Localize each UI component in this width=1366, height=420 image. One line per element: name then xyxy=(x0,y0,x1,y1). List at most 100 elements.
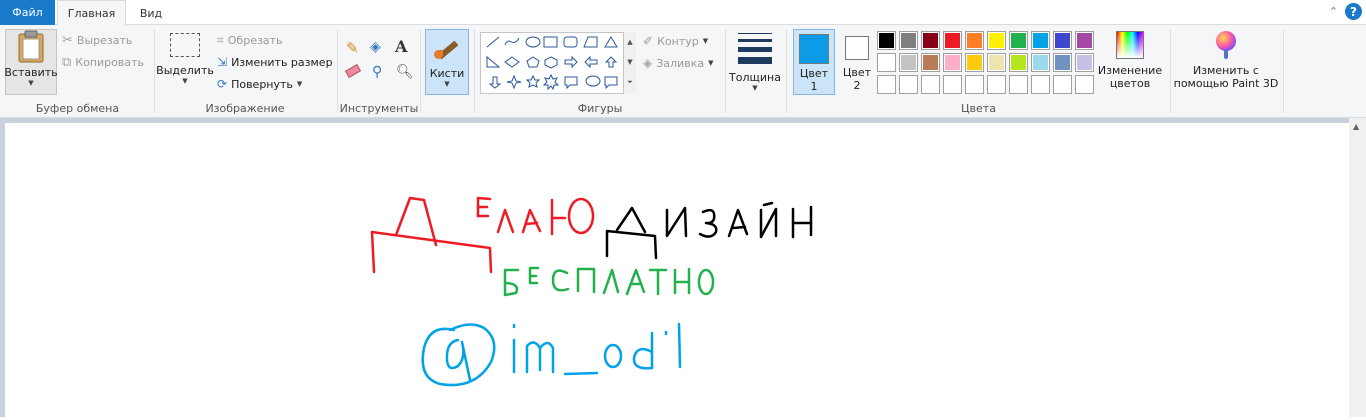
color-picker-tool[interactable]: ⚲ xyxy=(372,64,382,80)
resize-button[interactable]: ⇲ Изменить размер xyxy=(217,55,333,69)
magnifier-icon: 🔍︎ xyxy=(396,64,414,80)
resize-label: Изменить размер xyxy=(231,55,333,69)
color2-button[interactable]: Цвет 2 xyxy=(837,29,877,95)
color-swatch[interactable] xyxy=(1031,31,1050,50)
select-button[interactable]: Выделить ▼ xyxy=(156,33,214,85)
chevron-down-icon: ▼ xyxy=(28,79,34,87)
edit-colors-button[interactable]: Изменение цветов xyxy=(1097,31,1163,90)
color-swatch[interactable] xyxy=(965,75,984,94)
fill-tool[interactable]: ◈ xyxy=(370,39,381,55)
pencil-tool[interactable]: ✎ xyxy=(346,39,359,57)
color-swatch[interactable] xyxy=(899,53,918,72)
green-handwriting xyxy=(503,266,715,297)
cut-button[interactable]: ✂ Вырезать xyxy=(62,33,132,48)
color1-button[interactable]: Цвет 1 xyxy=(793,29,835,95)
ribbon-tabs: Файл Главная Вид ⌃ ? xyxy=(0,0,1366,26)
scroll-up-icon[interactable]: ▲ xyxy=(1353,122,1359,131)
black-handwriting xyxy=(605,201,813,260)
color-swatch[interactable] xyxy=(1031,75,1050,94)
collapse-ribbon-icon[interactable]: ⌃ xyxy=(1329,5,1338,18)
brushes-button[interactable]: Кисти ▼ xyxy=(425,29,469,95)
tab-file[interactable]: Файл xyxy=(0,0,55,25)
color-swatch[interactable] xyxy=(899,31,918,50)
crop-icon: ⌗ xyxy=(217,33,224,47)
size-group: Толщина ▼ xyxy=(726,25,784,118)
brushes-label: Кисти xyxy=(429,67,465,80)
chevron-down-icon: ▼ xyxy=(182,77,188,85)
color-swatch[interactable] xyxy=(943,75,962,94)
fill-button[interactable]: ◈ Заливка ▼ xyxy=(643,56,713,70)
color-swatch[interactable] xyxy=(877,31,896,50)
chevron-down-icon: ▼ xyxy=(296,80,303,88)
color-swatch[interactable] xyxy=(943,53,962,72)
color-swatch[interactable] xyxy=(965,31,984,50)
color-swatch[interactable] xyxy=(943,31,962,50)
color-swatch[interactable] xyxy=(877,53,896,72)
shapes-gallery-icons xyxy=(486,36,618,91)
rotate-label: Повернуть xyxy=(231,77,293,91)
blue-handwriting xyxy=(421,322,682,387)
color-swatch[interactable] xyxy=(1075,75,1094,94)
color-swatch[interactable] xyxy=(987,31,1006,50)
shapes-group-label: Фигуры xyxy=(577,102,623,115)
text-tool[interactable]: A xyxy=(395,37,407,56)
brush-icon xyxy=(433,33,461,61)
color-swatch[interactable] xyxy=(1075,53,1094,72)
paint3d-group: Изменить с помощью Paint 3D xyxy=(1171,25,1281,118)
color-swatch[interactable] xyxy=(1009,75,1028,94)
scissors-icon: ✂ xyxy=(62,33,73,48)
color-swatch[interactable] xyxy=(1009,31,1028,50)
color-swatch[interactable] xyxy=(987,53,1006,72)
canvas-area: ▲ xyxy=(0,118,1366,417)
color-swatch[interactable] xyxy=(899,75,918,94)
help-button[interactable]: ? xyxy=(1345,3,1362,20)
magnifier-tool[interactable]: 🔍︎ xyxy=(396,64,414,80)
color-swatch[interactable] xyxy=(1053,75,1072,94)
color-swatch[interactable] xyxy=(1075,31,1094,50)
text-icon: A xyxy=(395,37,408,56)
clipboard-icon xyxy=(18,30,44,63)
brushes-group: Кисти ▼ xyxy=(421,25,473,118)
eraser-tool[interactable] xyxy=(344,64,362,78)
color1-number: 1 xyxy=(810,80,818,93)
size-button[interactable]: Толщина ▼ xyxy=(728,31,782,92)
color-swatch[interactable] xyxy=(965,53,984,72)
outline-button[interactable]: ✐ Контур ▼ xyxy=(643,34,708,48)
selection-rectangle-icon xyxy=(170,33,200,57)
group-divider xyxy=(1283,29,1284,113)
edit-colors-label-2: цветов xyxy=(1109,77,1151,90)
rotate-button[interactable]: ⟳ Повернуть ▼ xyxy=(217,77,302,91)
drawing-canvas[interactable] xyxy=(5,123,1349,417)
eraser-icon xyxy=(344,64,362,78)
copy-button[interactable]: ⧉ Копировать xyxy=(62,55,144,70)
copy-label: Копировать xyxy=(75,56,145,69)
color-swatch[interactable] xyxy=(921,75,940,94)
color-swatch[interactable] xyxy=(1053,53,1072,72)
color-swatch[interactable] xyxy=(1053,31,1072,50)
crop-button[interactable]: ⌗ Обрезать xyxy=(217,33,282,48)
color-swatch[interactable] xyxy=(987,75,1006,94)
color-swatch[interactable] xyxy=(921,53,940,72)
image-group-label: Изображение xyxy=(205,102,285,115)
tab-view[interactable]: Вид xyxy=(128,0,174,26)
shapes-group: ▲ ▼ ⏷ ✐ Контур ▼ ◈ Заливка ▼ Фигуры xyxy=(475,25,725,118)
tab-home[interactable]: Главная xyxy=(57,0,126,26)
color2-swatch xyxy=(845,36,869,60)
shapes-scroll[interactable]: ▲ ▼ ⏷ xyxy=(623,32,636,94)
color-swatch[interactable] xyxy=(1009,53,1028,72)
color-swatch[interactable] xyxy=(877,75,896,94)
copy-icon: ⧉ xyxy=(62,55,72,70)
color-swatch[interactable] xyxy=(1031,53,1050,72)
pencil-icon: ✎ xyxy=(346,39,359,57)
fill-label: Заливка xyxy=(656,56,705,70)
color1-label: Цвет xyxy=(799,67,829,80)
vertical-scrollbar[interactable]: ▲ xyxy=(1349,118,1366,417)
paint3d-icon xyxy=(1213,31,1239,59)
paste-button[interactable]: Вставить ▼ xyxy=(4,29,58,95)
edit-with-paint3d-button[interactable]: Изменить с помощью Paint 3D xyxy=(1173,31,1279,90)
paint3d-label-1: Изменить с xyxy=(1193,64,1259,77)
color-swatch[interactable] xyxy=(921,31,940,50)
shapes-gallery[interactable] xyxy=(480,32,636,94)
drawing-strokes xyxy=(370,196,813,387)
tools-group: ✎ ◈ A ⚲ 🔍︎ Инструменты xyxy=(338,25,420,118)
